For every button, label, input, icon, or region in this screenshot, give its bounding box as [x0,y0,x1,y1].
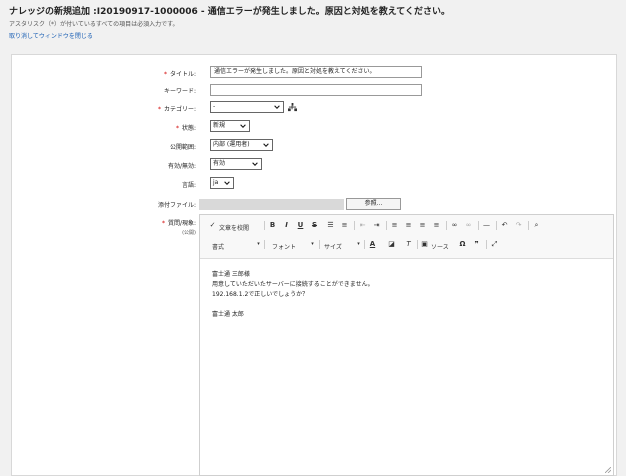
chevron-down-icon: ▾ [311,241,314,247]
quote-icon[interactable]: ❞ [472,240,481,249]
content-line: 192.168.1.2で正しいでしょうか？ [212,291,309,298]
valid-label: 有効/無効: [167,163,196,170]
align-justify-icon[interactable]: ≡ [432,221,441,230]
bullet-list-icon[interactable]: ≡ [340,221,349,230]
scope-label: 公開範囲: [169,144,196,151]
title-input[interactable]: 通信エラーが発生しました。原因と対処を教えてください。 [210,66,422,78]
numbered-list-icon[interactable]: ☰ [326,221,335,230]
redo-icon[interactable]: ↷ [514,221,523,230]
page-title: ナレッジの新規追加 :I20190917-1000006 - 通信エラーが発生し… [9,7,451,17]
language-label: 言語: [181,182,196,189]
org-tree-icon[interactable] [288,103,297,112]
chevron-down-icon: ▾ [357,241,360,247]
maximize-icon[interactable]: ⤢ [490,240,499,249]
outdent-icon[interactable]: ⇤ [358,221,367,230]
source-button[interactable]: ソース [431,242,449,251]
category-label: * カテゴリー: [157,106,196,113]
attachment-label: 添付ファイル: [157,202,196,209]
chevron-down-icon [240,124,246,128]
required-note: アスタリスク（*）が付いているすべての項目は必須入力です。 [9,21,179,28]
valid-select[interactable]: 有効 [210,158,262,170]
status-select[interactable]: 新規 [210,120,250,132]
rich-text-editor[interactable]: ✓ 文章を校閲 B I U S ☰ ≡ ⇤ ⇥ ≡ ≡ ≡ ≡ ∞ ∞ — ↶ … [199,214,614,476]
link-icon[interactable]: ∞ [450,221,459,230]
underline-button[interactable]: U [296,221,305,230]
content-line: 富士通 太郎 [212,311,244,318]
text-color-icon[interactable]: A [368,240,377,249]
chevron-down-icon [224,181,230,185]
status-label: * 状態: [175,125,196,132]
scope-select[interactable]: 内部 (運用者) [210,139,273,151]
editor-content[interactable]: 富士通 三郎様 用意していただいたサーバーに接続することができません。 192.… [212,270,374,320]
chevron-down-icon [263,143,269,147]
content-line [212,300,374,310]
browse-button[interactable]: 参照... [346,198,401,210]
content-line: 富士通 三郎様 [212,271,250,278]
category-select[interactable]: - [210,101,284,113]
keyword-input[interactable] [210,84,422,96]
form-panel: * タイトル: 通信エラーが発生しました。原因と対処を教えてください。 キーワード… [11,54,617,476]
horizontal-rule-icon[interactable]: — [482,221,491,230]
file-path-field[interactable] [199,199,344,210]
bg-color-icon[interactable]: ◪ [387,240,396,249]
size-dropdown[interactable]: サイズ [324,242,342,251]
spellcheck-icon[interactable]: ✓ [208,221,217,230]
unlink-icon[interactable]: ∞ [464,221,473,230]
chevron-down-icon [274,105,280,109]
editor-toolbar: ✓ 文章を校閲 B I U S ☰ ≡ ⇤ ⇥ ≡ ≡ ≡ ≡ ∞ ∞ — ↶ … [200,215,613,259]
resize-icon[interactable] [605,467,611,473]
search-icon[interactable]: ⌕ [532,221,541,230]
question-label: * 質問/現象: [161,220,196,227]
page-header: ナレッジの新規追加 :I20190917-1000006 - 通信エラーが発生し… [0,0,626,50]
chevron-down-icon [252,162,258,166]
title-label: * タイトル: [163,71,196,78]
omega-icon[interactable]: Ω [458,240,467,249]
undo-icon[interactable]: ↶ [500,221,509,230]
spellcheck-button[interactable]: 文章を校閲 [219,223,249,232]
align-left-icon[interactable]: ≡ [390,221,399,230]
content-line: 用意していただいたサーバーに接続することができません。 [212,281,374,288]
keyword-label: キーワード: [163,88,196,95]
close-window-link[interactable]: 取り消してウィンドウを閉じる [9,31,93,40]
font-dropdown[interactable]: フォント [272,242,296,251]
question-sublabel: (公開) [182,230,196,236]
format-dropdown[interactable]: 書式 [212,242,224,251]
italic-button[interactable]: I [282,221,291,230]
clear-format-icon[interactable]: T [404,240,413,249]
chevron-down-icon: ▾ [257,241,260,247]
source-icon[interactable]: ▣ [420,240,429,249]
bold-button[interactable]: B [268,221,277,230]
required-mark: * [157,106,161,113]
align-right-icon[interactable]: ≡ [418,221,427,230]
required-mark: * [161,220,165,227]
strike-button[interactable]: S [310,221,319,230]
language-select[interactable]: ja [210,177,234,189]
indent-icon[interactable]: ⇥ [372,221,381,230]
align-center-icon[interactable]: ≡ [404,221,413,230]
required-mark: * [163,71,167,78]
required-mark: * [175,125,179,132]
